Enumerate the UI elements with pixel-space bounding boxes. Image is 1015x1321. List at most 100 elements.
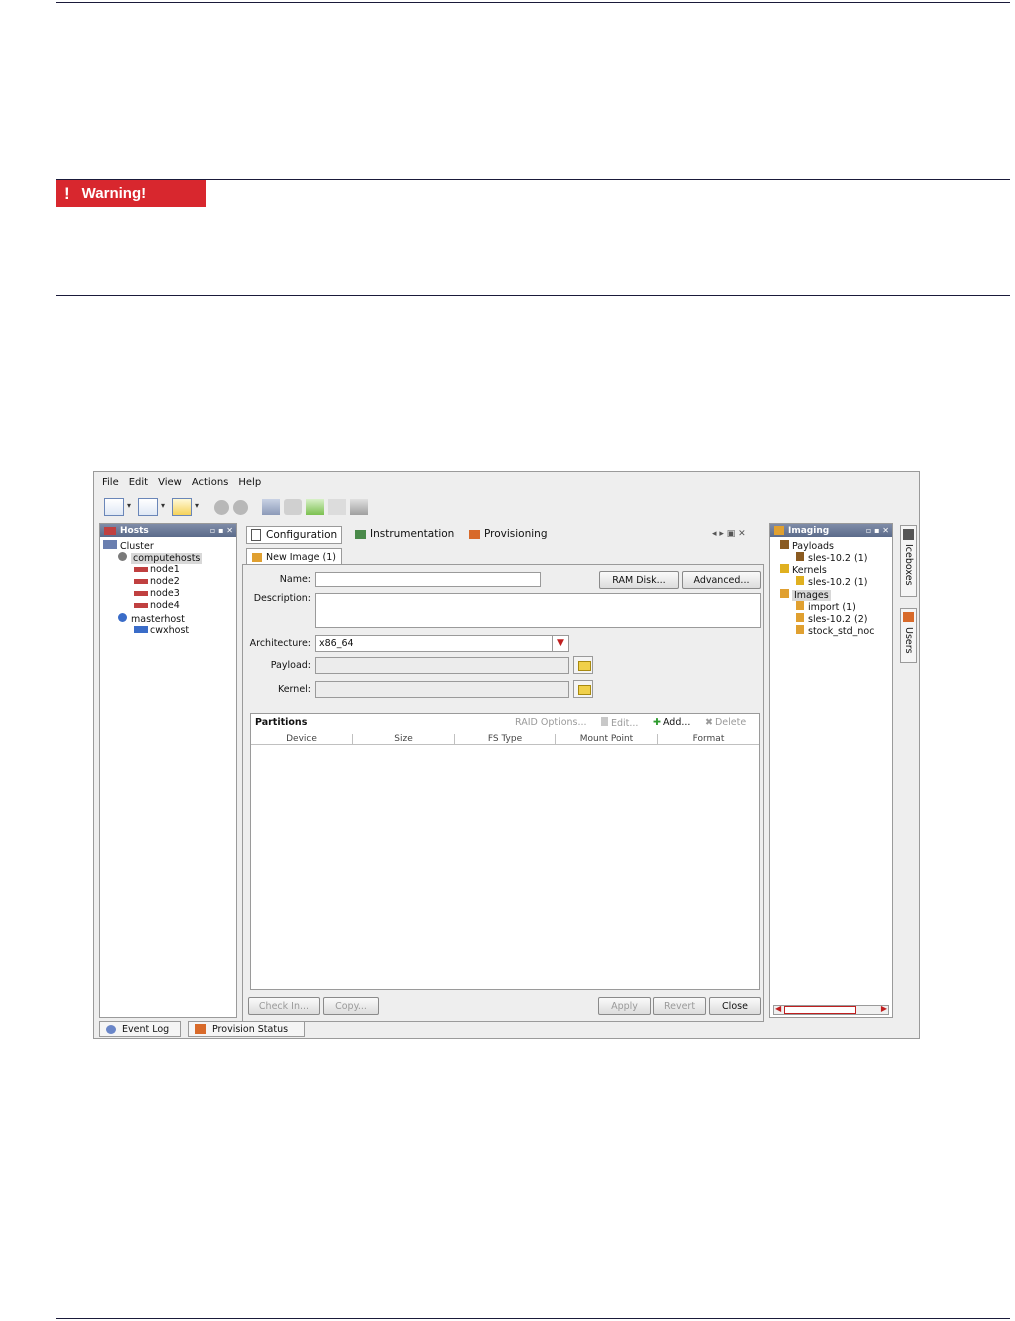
cluster-icon	[103, 540, 117, 549]
power-icon[interactable]	[233, 499, 248, 515]
name-field[interactable]	[315, 572, 541, 587]
disk-icon[interactable]	[284, 499, 302, 515]
power-off-icon[interactable]	[214, 499, 229, 515]
col-size[interactable]: Size	[353, 734, 455, 745]
col-fs-type[interactable]: FS Type	[455, 734, 556, 745]
edit-partition-button[interactable]: Edit...	[601, 717, 638, 729]
image-form: Name: RAM Disk... Advanced... Descriptio…	[242, 564, 764, 1022]
tree-image-stock[interactable]: stock_std_noc	[796, 625, 890, 637]
advanced-button[interactable]: Advanced...	[682, 571, 761, 589]
tab-provisioning[interactable]: Provisioning	[469, 526, 548, 542]
tree-images[interactable]: Images	[780, 589, 831, 601]
panel-controls-icon[interactable]: ▫ ▪ ✕	[210, 526, 233, 535]
payload-folder-icon[interactable]	[573, 656, 593, 674]
panel-controls-icon[interactable]: ▫ ▪ ✕	[866, 526, 889, 535]
menu-edit[interactable]: Edit	[129, 477, 148, 488]
favorites-icon[interactable]	[172, 498, 199, 516]
layout-icon[interactable]	[138, 498, 165, 516]
tab-nav-controls-icon[interactable]: ◂ ▸ ▣ ✕	[712, 526, 746, 542]
col-format[interactable]: Format	[658, 734, 759, 745]
icebox-icon	[903, 529, 914, 540]
image-icon	[252, 552, 262, 562]
col-mount-point[interactable]: Mount Point	[556, 734, 658, 745]
server-icon	[134, 603, 148, 608]
menu-view[interactable]: View	[158, 477, 182, 488]
col-device[interactable]: Device	[251, 734, 353, 745]
description-field[interactable]	[315, 593, 761, 628]
new-window-icon[interactable]	[104, 498, 131, 516]
configuration-icon	[251, 529, 261, 541]
event-log-icon	[106, 1024, 116, 1034]
kernel-icon	[796, 576, 804, 585]
plus-icon: ✚	[653, 717, 661, 728]
tree-kernels[interactable]: Kernels	[780, 564, 827, 576]
toolbar	[94, 494, 919, 520]
instrumentation-icon	[355, 529, 366, 539]
tree-masterhost[interactable]: masterhost	[118, 613, 185, 625]
side-tab-iceboxes[interactable]: Iceboxes	[900, 525, 917, 597]
tree-node2[interactable]: node2	[134, 576, 180, 587]
ram-disk-button[interactable]: RAM Disk...	[599, 571, 679, 589]
side-tab-users[interactable]: Users	[900, 608, 917, 663]
menu-help[interactable]: Help	[238, 477, 261, 488]
payload-field[interactable]	[315, 657, 569, 674]
tab-configuration[interactable]: Configuration	[246, 526, 343, 544]
tab-instrumentation[interactable]: Instrumentation	[355, 526, 454, 542]
kernel-field[interactable]	[315, 681, 569, 698]
hosts-icon	[104, 526, 116, 535]
partitions-title: Partitions	[255, 717, 308, 728]
search-icon[interactable]	[328, 499, 346, 515]
menu-file[interactable]: File	[102, 477, 119, 488]
horizontal-scrollbar[interactable]: ◀ ▶	[773, 1004, 889, 1015]
scroll-left-icon[interactable]: ◀	[775, 1004, 781, 1013]
add-partition-button[interactable]: ✚ Add...	[653, 717, 690, 728]
imaging-icon	[774, 526, 784, 535]
kernel-folder-icon[interactable]	[573, 680, 593, 698]
tree-payload-item[interactable]: sles-10.2 (1)	[796, 552, 867, 564]
kernel-icon	[780, 564, 789, 573]
imaging-panel-title: Imaging ▫ ▪ ✕	[770, 524, 892, 537]
warning-end-rule	[56, 295, 1010, 296]
tree-kernel-item[interactable]: sles-10.2 (1)	[796, 576, 867, 588]
partitions-table: Partitions RAID Options... Edit... ✚ Add.…	[250, 713, 760, 990]
tree-computehosts[interactable]: computehosts	[118, 552, 203, 564]
tree-cwxhost[interactable]: cwxhost	[134, 625, 189, 636]
tree-payloads[interactable]: Payloads	[780, 540, 834, 552]
tree-node3[interactable]: node3	[134, 588, 180, 599]
description-label: Description:	[253, 593, 311, 604]
check-in-button[interactable]: Check In...	[248, 997, 320, 1015]
apply-button[interactable]: Apply	[598, 997, 651, 1015]
payload-icon	[796, 552, 804, 561]
image-icon	[796, 613, 804, 622]
menu-actions[interactable]: Actions	[192, 477, 229, 488]
raid-options-button[interactable]: RAID Options...	[515, 717, 587, 728]
tree-cluster[interactable]: Cluster	[103, 540, 154, 552]
tree-image-import[interactable]: import (1)	[796, 601, 856, 613]
scroll-right-icon[interactable]: ▶	[881, 1004, 887, 1013]
image-icon	[796, 601, 804, 610]
subtab-new-image[interactable]: New Image (1)	[246, 548, 342, 565]
kernel-label: Kernel:	[277, 684, 311, 695]
tree-image-sles[interactable]: sles-10.2 (2)	[796, 613, 867, 625]
dropdown-arrow-icon[interactable]: ▼	[552, 636, 568, 651]
tree-node1[interactable]: node1	[134, 564, 180, 575]
close-button[interactable]: Close	[709, 997, 761, 1015]
revert-button[interactable]: Revert	[653, 997, 706, 1015]
delete-partition-button[interactable]: ✖ Delete	[705, 717, 746, 728]
payload-label: Payload:	[270, 660, 311, 671]
hosts-panel-title: Hosts ▫ ▪ ✕	[100, 524, 236, 537]
server-icon	[134, 567, 148, 572]
globe-icon	[118, 613, 127, 622]
event-log-tab[interactable]: Event Log	[99, 1021, 181, 1037]
payload-icon	[780, 540, 789, 549]
architecture-select[interactable]: x86_64 ▼	[315, 635, 569, 652]
network-icon[interactable]	[350, 499, 368, 515]
warning-badge: ! Warning!	[56, 180, 206, 207]
provision-status-tab[interactable]: Provision Status	[188, 1021, 305, 1037]
scroll-thumb[interactable]	[784, 1006, 856, 1014]
upload-icon[interactable]	[306, 499, 324, 515]
tree-node4[interactable]: node4	[134, 600, 180, 611]
imaging-panel: Imaging ▫ ▪ ✕ Payloads sles-10.2 (1) Ker…	[769, 523, 893, 1018]
copy-button[interactable]: Copy...	[323, 997, 379, 1015]
database-icon[interactable]	[262, 499, 280, 515]
